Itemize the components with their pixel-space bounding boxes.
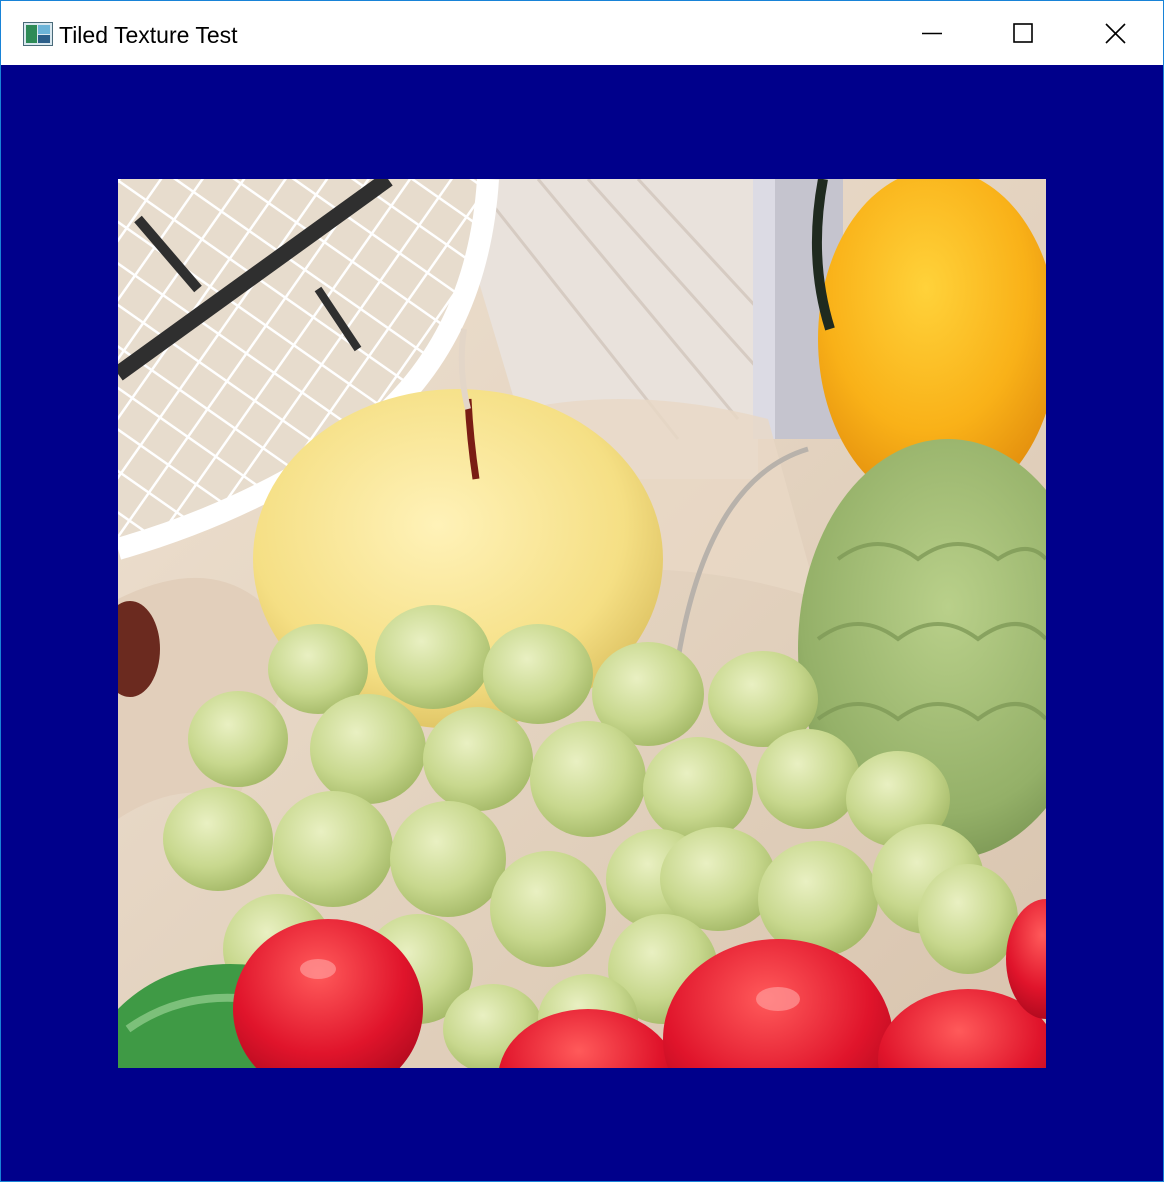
app-window: Tiled Texture Test bbox=[0, 0, 1164, 1182]
close-icon bbox=[1105, 23, 1126, 44]
minimize-icon bbox=[922, 32, 942, 35]
close-button[interactable] bbox=[1069, 1, 1161, 65]
tiled-texture-quad bbox=[118, 179, 1046, 1068]
fruit-texture-image bbox=[118, 179, 1046, 1068]
app-window-icon[interactable] bbox=[23, 22, 53, 46]
maximize-icon bbox=[1013, 23, 1033, 43]
render-viewport[interactable] bbox=[1, 65, 1163, 1181]
maximize-button[interactable] bbox=[977, 1, 1069, 65]
window-title: Tiled Texture Test bbox=[59, 22, 238, 48]
minimize-button[interactable] bbox=[885, 1, 977, 65]
title-bar[interactable]: Tiled Texture Test bbox=[1, 1, 1163, 65]
